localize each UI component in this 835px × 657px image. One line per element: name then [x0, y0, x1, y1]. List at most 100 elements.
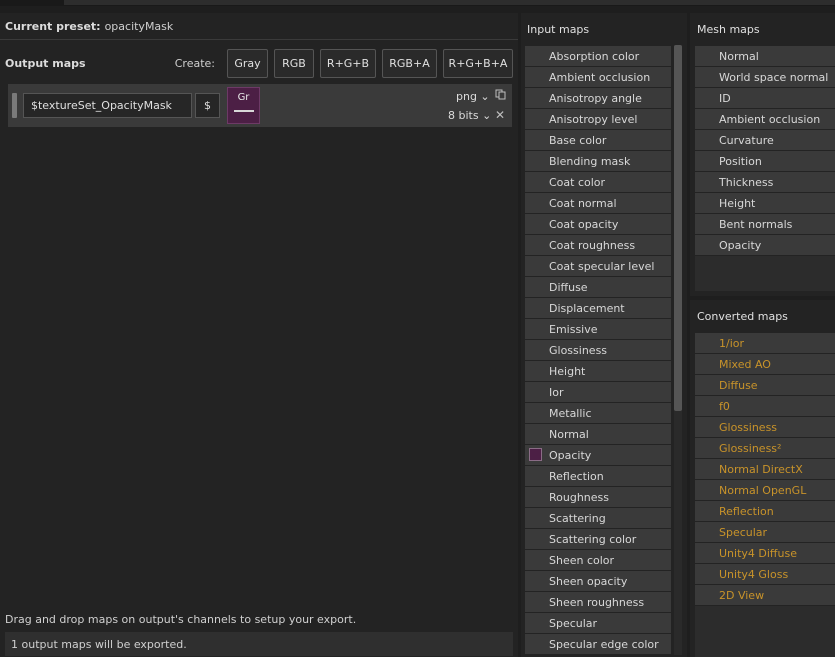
mesh-maps-list: Normal World space normal ID Ambient occlus…	[695, 46, 835, 256]
list-item[interactable]: Scattering color	[525, 529, 671, 550]
list-item[interactable]: Anisotropy angle	[525, 88, 671, 109]
list-item[interactable]: Unity4 Gloss	[695, 564, 835, 585]
list-item[interactable]: Roughness	[525, 487, 671, 508]
chevron-down-icon: ⌄	[478, 109, 492, 122]
output-maps-title: Output maps	[5, 56, 86, 70]
create-r-g-b-a-button[interactable]: R+G+B+A	[443, 48, 513, 78]
list-item-label: Position	[719, 154, 762, 168]
list-item[interactable]: ID	[695, 88, 835, 109]
list-item-label: Scattering color	[549, 532, 637, 546]
list-item[interactable]: Sheen color	[525, 550, 671, 571]
drag-handle[interactable]	[12, 93, 17, 118]
list-item[interactable]: Normal	[525, 424, 671, 445]
output-panel: Current preset: opacityMask Output maps …	[0, 13, 518, 657]
export-status: 1 output maps will be exported.	[5, 632, 513, 656]
create-r-g-b-button[interactable]: R+G+B	[320, 48, 376, 78]
list-item-label: Mixed AO	[719, 357, 771, 371]
list-item[interactable]: Ambient occlusion	[525, 67, 671, 88]
list-item[interactable]: Diffuse	[695, 375, 835, 396]
list-item[interactable]: Unity4 Diffuse	[695, 543, 835, 564]
list-item[interactable]: Absorption color	[525, 46, 671, 67]
list-item[interactable]: Position	[695, 151, 835, 172]
list-item[interactable]: Anisotropy level	[525, 109, 671, 130]
list-item[interactable]: Coat specular level	[525, 256, 671, 277]
list-item[interactable]: Metallic	[525, 403, 671, 424]
gray-channel-slot[interactable]: Gr	[227, 87, 260, 124]
create-gray-button[interactable]: Gray	[227, 48, 268, 78]
list-item[interactable]: Base color	[525, 130, 671, 151]
list-item[interactable]: Blending mask	[525, 151, 671, 172]
list-item[interactable]: Reflection	[695, 501, 835, 522]
list-item-label: Base color	[549, 133, 607, 147]
list-item-label: Reflection	[549, 469, 604, 483]
list-item[interactable]: Ambient occlusion	[695, 109, 835, 130]
list-item[interactable]: Curvature	[695, 130, 835, 151]
list-item[interactable]: Opacity	[525, 445, 671, 466]
list-item[interactable]: Glossiness	[525, 340, 671, 361]
list-item[interactable]: World space normal	[695, 67, 835, 88]
list-item-label: Sheen roughness	[549, 595, 645, 609]
list-item-label: Unity4 Gloss	[719, 567, 789, 581]
create-rgb-a-button[interactable]: RGB+A	[382, 48, 437, 78]
close-icon[interactable]: ✕	[495, 108, 505, 122]
list-item[interactable]: Emissive	[525, 319, 671, 340]
list-item-label: ID	[719, 91, 731, 105]
list-item[interactable]: Height	[695, 193, 835, 214]
list-item[interactable]: Normal DirectX	[695, 459, 835, 480]
list-item[interactable]: Coat color	[525, 172, 671, 193]
list-item[interactable]: 1/ior	[695, 333, 835, 354]
create-rgb-button[interactable]: RGB	[274, 48, 314, 78]
preset-value: opacityMask	[104, 19, 174, 33]
selected-swatch	[529, 448, 542, 461]
list-item[interactable]: Coat roughness	[525, 235, 671, 256]
window-tab	[64, 0, 835, 5]
list-item[interactable]: Thickness	[695, 172, 835, 193]
list-item[interactable]: Displacement	[525, 298, 671, 319]
output-name-field[interactable]: $textureSet_OpacityMask	[23, 93, 192, 118]
list-item[interactable]: Sheen roughness	[525, 592, 671, 613]
list-item-label: Height	[719, 196, 756, 210]
list-item-label: Glossiness	[549, 343, 608, 357]
list-item[interactable]: f0	[695, 396, 835, 417]
list-item-label: Bent normals	[719, 217, 793, 231]
list-item[interactable]: Opacity	[695, 235, 835, 256]
mesh-maps-panel: Mesh maps Normal World space normal ID Ambi…	[690, 13, 835, 296]
list-item-label: Coat opacity	[549, 217, 619, 231]
list-item[interactable]: Diffuse	[525, 277, 671, 298]
list-item[interactable]: Specular	[525, 613, 671, 634]
list-item-label: World space normal	[719, 70, 829, 84]
format-select[interactable]: png ⌄	[456, 90, 490, 103]
list-item[interactable]: Bent normals	[695, 214, 835, 235]
input-maps-title: Input maps	[527, 23, 590, 36]
list-item[interactable]: 2D View	[695, 585, 835, 606]
list-item-label: Normal	[719, 49, 759, 63]
list-item-label: Glossiness	[719, 420, 778, 434]
format-value: png	[456, 90, 477, 103]
bit-depth-select[interactable]: 8 bits ⌄	[448, 109, 491, 122]
list-item[interactable]: Coat normal	[525, 193, 671, 214]
list-item[interactable]: Specular edge color	[525, 634, 671, 655]
list-item[interactable]: Ior	[525, 382, 671, 403]
list-item[interactable]: Reflection	[525, 466, 671, 487]
variable-button[interactable]: $	[195, 93, 220, 118]
list-item[interactable]: Sheen opacity	[525, 571, 671, 592]
converted-maps-panel: Converted maps 1/ior Mixed AO Diffuse f0 Glo…	[690, 300, 835, 657]
list-item[interactable]: Normal OpenGL	[695, 480, 835, 501]
list-item[interactable]: Normal	[695, 46, 835, 67]
output-map-row[interactable]: $textureSet_OpacityMask $ Gr png ⌄ 8 bit…	[8, 84, 512, 127]
list-item-label: Opacity	[719, 238, 762, 252]
list-item[interactable]: Coat opacity	[525, 214, 671, 235]
list-item[interactable]: Height	[525, 361, 671, 382]
preset-bar: Current preset: opacityMask	[0, 13, 518, 40]
list-item-label: Unity4 Diffuse	[719, 546, 797, 560]
copy-icon[interactable]	[495, 89, 506, 103]
list-item-label: Specular	[549, 616, 598, 630]
list-item[interactable]: Mixed AO	[695, 354, 835, 375]
scrollbar-thumb[interactable]	[674, 45, 682, 411]
list-item[interactable]: Glossiness²	[695, 438, 835, 459]
list-item-label: Metallic	[549, 406, 592, 420]
list-item[interactable]: Glossiness	[695, 417, 835, 438]
list-item-label: Sheen opacity	[549, 574, 628, 588]
list-item[interactable]: Specular	[695, 522, 835, 543]
list-item[interactable]: Scattering	[525, 508, 671, 529]
